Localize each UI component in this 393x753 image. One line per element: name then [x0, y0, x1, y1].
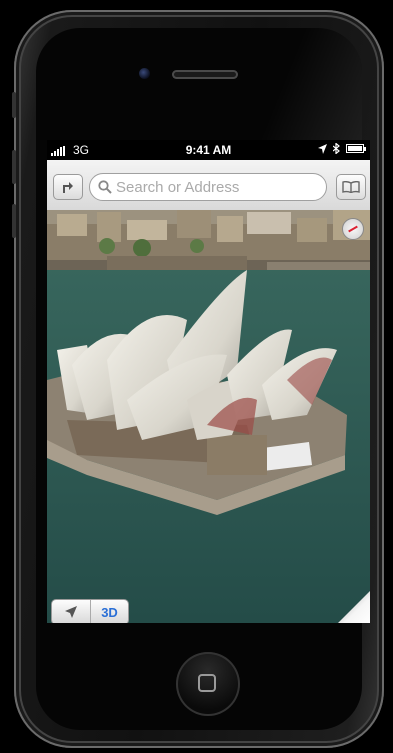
map-mode-controls: 3D [51, 599, 129, 623]
current-location-button[interactable] [52, 600, 91, 623]
battery-icon [346, 144, 366, 153]
search-field[interactable]: Search or Address [89, 173, 327, 201]
bookmarks-button[interactable] [336, 174, 366, 200]
mute-switch [12, 92, 16, 118]
bookmarks-book-icon [342, 181, 360, 193]
location-arrow-icon [318, 143, 327, 154]
earpiece-speaker [172, 70, 238, 79]
status-bar: 3G 9:41 AM [47, 140, 370, 160]
current-location-icon [65, 606, 77, 618]
directions-button[interactable] [53, 174, 83, 200]
map-3d-view[interactable] [47, 210, 370, 623]
volume-up-button [12, 150, 16, 184]
directions-arrow-icon [63, 182, 73, 193]
status-right-icons [318, 143, 366, 154]
maps-toolbar: Search or Address [47, 160, 370, 210]
search-placeholder: Search or Address [116, 178, 240, 196]
volume-down-button [12, 204, 16, 238]
screen: 3G 9:41 AM Search or Address 3D [47, 140, 370, 623]
city-skyline [47, 210, 370, 270]
front-camera [139, 68, 150, 79]
home-button[interactable] [176, 652, 240, 716]
search-icon [98, 180, 112, 194]
compass-button[interactable] [342, 218, 364, 240]
bluetooth-icon [333, 143, 340, 154]
home-square-icon [198, 674, 216, 692]
3d-toggle-button[interactable]: 3D [91, 600, 128, 623]
